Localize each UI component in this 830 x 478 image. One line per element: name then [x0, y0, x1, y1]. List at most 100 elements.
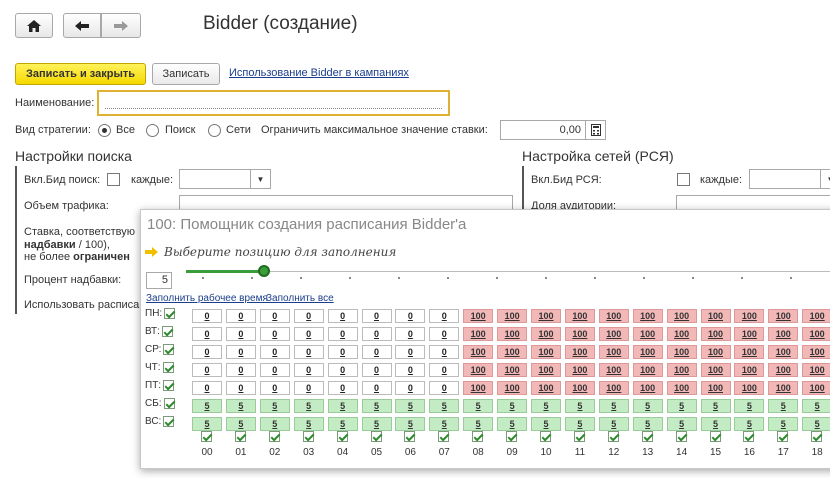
hour-checkbox[interactable]	[336, 431, 348, 442]
limit-field[interactable]: 0,00	[500, 120, 606, 140]
schedule-cell[interactable]: 5	[734, 417, 765, 431]
schedule-cell[interactable]: 100	[700, 327, 731, 341]
schedule-cell[interactable]: 100	[666, 309, 697, 323]
schedule-cell[interactable]: 0	[327, 327, 358, 341]
schedule-cell[interactable]: 5	[361, 399, 392, 413]
schedule-cell[interactable]: 0	[192, 309, 222, 323]
schedule-cell[interactable]: 5	[395, 399, 426, 413]
schedule-cell[interactable]: 100	[768, 363, 799, 377]
schedule-cell[interactable]: 5	[802, 417, 830, 431]
schedule-cell[interactable]: 5	[293, 399, 324, 413]
schedule-cell[interactable]: 0	[361, 345, 392, 359]
schedule-cell[interactable]: 5	[192, 417, 222, 431]
schedule-cell[interactable]: 100	[463, 309, 494, 323]
schedule-cell[interactable]: 100	[598, 363, 629, 377]
schedule-cell[interactable]: 5	[327, 417, 358, 431]
hour-checkbox[interactable]	[709, 431, 721, 442]
position-slider-handle[interactable]	[258, 265, 270, 277]
schedule-cell[interactable]: 100	[531, 327, 561, 341]
schedule-cell[interactable]: 100	[564, 381, 595, 395]
schedule-cell[interactable]: 0	[429, 327, 460, 341]
schedule-cell[interactable]: 0	[429, 381, 460, 395]
schedule-cell[interactable]: 0	[429, 309, 460, 323]
schedule-cell[interactable]: 0	[192, 381, 222, 395]
hour-checkbox[interactable]	[438, 431, 450, 442]
schedule-cell[interactable]: 0	[293, 327, 324, 341]
schedule-cell[interactable]: 100	[768, 327, 799, 341]
schedule-cell[interactable]: 5	[259, 399, 290, 413]
schedule-cell[interactable]: 0	[259, 309, 290, 323]
home-button[interactable]	[15, 13, 53, 38]
schedule-cell[interactable]: 5	[429, 417, 460, 431]
schedule-cell[interactable]: 100	[531, 363, 561, 377]
schedule-cell[interactable]: 0	[293, 345, 324, 359]
forward-button[interactable]	[101, 13, 141, 38]
hour-checkbox[interactable]	[268, 431, 280, 442]
position-slider-track[interactable]	[186, 271, 830, 272]
schedule-cell[interactable]: 0	[361, 381, 392, 395]
schedule-cell[interactable]: 5	[666, 417, 697, 431]
schedule-cell[interactable]: 0	[293, 363, 324, 377]
schedule-cell[interactable]: 100	[632, 345, 663, 359]
schedule-cell[interactable]: 5	[632, 417, 663, 431]
hour-checkbox[interactable]	[607, 431, 619, 442]
schedule-cell[interactable]: 5	[666, 399, 697, 413]
schedule-cell[interactable]: 0	[429, 363, 460, 377]
bidder-usage-link[interactable]: Использование Bidder в кампаниях	[229, 67, 409, 79]
hour-checkbox[interactable]	[370, 431, 382, 442]
hour-checkbox[interactable]	[777, 431, 789, 442]
schedule-cell[interactable]: 0	[327, 363, 358, 377]
schedule-cell[interactable]: 5	[497, 399, 528, 413]
schedule-cell[interactable]: 100	[564, 363, 595, 377]
schedule-cell[interactable]: 5	[802, 399, 830, 413]
schedule-cell[interactable]: 100	[666, 363, 697, 377]
schedule-cell[interactable]: 0	[259, 381, 290, 395]
schedule-cell[interactable]: 0	[327, 309, 358, 323]
schedule-cell[interactable]: 0	[259, 327, 290, 341]
schedule-cell[interactable]: 100	[497, 363, 528, 377]
schedule-cell[interactable]: 100	[531, 345, 561, 359]
schedule-cell[interactable]: 100	[463, 327, 494, 341]
schedule-cell[interactable]: 100	[768, 381, 799, 395]
schedule-cell[interactable]: 5	[632, 399, 663, 413]
schedule-cell[interactable]: 100	[497, 345, 528, 359]
schedule-cell[interactable]: 5	[564, 399, 595, 413]
schedule-cell[interactable]: 0	[429, 345, 460, 359]
day-checkbox[interactable]	[163, 344, 175, 355]
schedule-cell[interactable]: 100	[802, 345, 830, 359]
schedule-cell[interactable]: 0	[259, 363, 290, 377]
fill-work-time-link[interactable]: Заполнить рабочее время	[146, 293, 268, 304]
schedule-cell[interactable]: 100	[598, 345, 629, 359]
schedule-cell[interactable]: 5	[700, 417, 731, 431]
day-checkbox[interactable]	[161, 326, 173, 337]
back-button[interactable]	[63, 13, 101, 38]
strategy-networks-radio[interactable]	[208, 124, 221, 137]
schedule-cell[interactable]: 0	[192, 345, 222, 359]
schedule-cell[interactable]: 0	[395, 381, 426, 395]
schedule-cell[interactable]: 5	[259, 417, 290, 431]
schedule-cell[interactable]: 0	[192, 327, 222, 341]
schedule-cell[interactable]: 100	[531, 381, 561, 395]
schedule-cell[interactable]: 100	[768, 345, 799, 359]
schedule-cell[interactable]: 100	[564, 327, 595, 341]
networks-enable-checkbox[interactable]	[677, 173, 690, 186]
schedule-cell[interactable]: 5	[463, 399, 494, 413]
schedule-cell[interactable]: 5	[225, 399, 256, 413]
schedule-cell[interactable]: 100	[497, 381, 528, 395]
schedule-cell[interactable]: 5	[497, 417, 528, 431]
schedule-cell[interactable]: 100	[497, 309, 528, 323]
schedule-cell[interactable]: 5	[768, 417, 799, 431]
search-enable-checkbox[interactable]	[107, 173, 120, 186]
hour-checkbox[interactable]	[201, 431, 212, 442]
search-every-dropdown[interactable]: ▼	[179, 169, 271, 189]
hour-checkbox[interactable]	[540, 431, 551, 442]
day-checkbox[interactable]	[164, 308, 176, 319]
hour-checkbox[interactable]	[675, 431, 687, 442]
schedule-cell[interactable]: 100	[666, 381, 697, 395]
schedule-cell[interactable]: 100	[802, 363, 830, 377]
schedule-cell[interactable]: 5	[395, 417, 426, 431]
schedule-cell[interactable]: 100	[734, 345, 765, 359]
schedule-cell[interactable]: 5	[429, 399, 460, 413]
schedule-cell[interactable]: 0	[225, 345, 256, 359]
schedule-cell[interactable]: 5	[598, 399, 629, 413]
